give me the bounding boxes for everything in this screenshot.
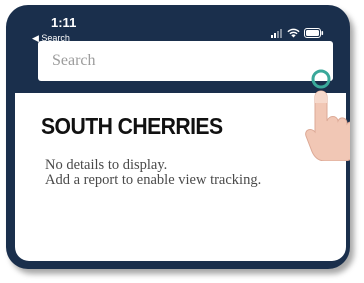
status-bar: 1:11 ◀ Search — [6, 5, 350, 45]
details-line-1: No details to display. — [45, 157, 168, 173]
list-item-south-cherries[interactable]: SOUTH CHERRIES No details to display. Ad… — [15, 93, 346, 198]
item-title: SOUTH CHERRIES — [41, 113, 223, 139]
status-time: 1:11 — [51, 15, 77, 30]
search-bar — [38, 41, 333, 81]
details-line-2: Add a report to enable view tracking. — [45, 172, 262, 188]
item-details: No details to display. Add a report to e… — [45, 158, 261, 188]
phone-frame: 1:11 ◀ Search Search SOUTH CHERRIES No d… — [6, 5, 350, 269]
results-panel: SOUTH CHERRIES No details to display. Ad… — [15, 93, 346, 261]
tap-hand-icon — [305, 69, 350, 161]
search-input[interactable] — [38, 41, 333, 81]
